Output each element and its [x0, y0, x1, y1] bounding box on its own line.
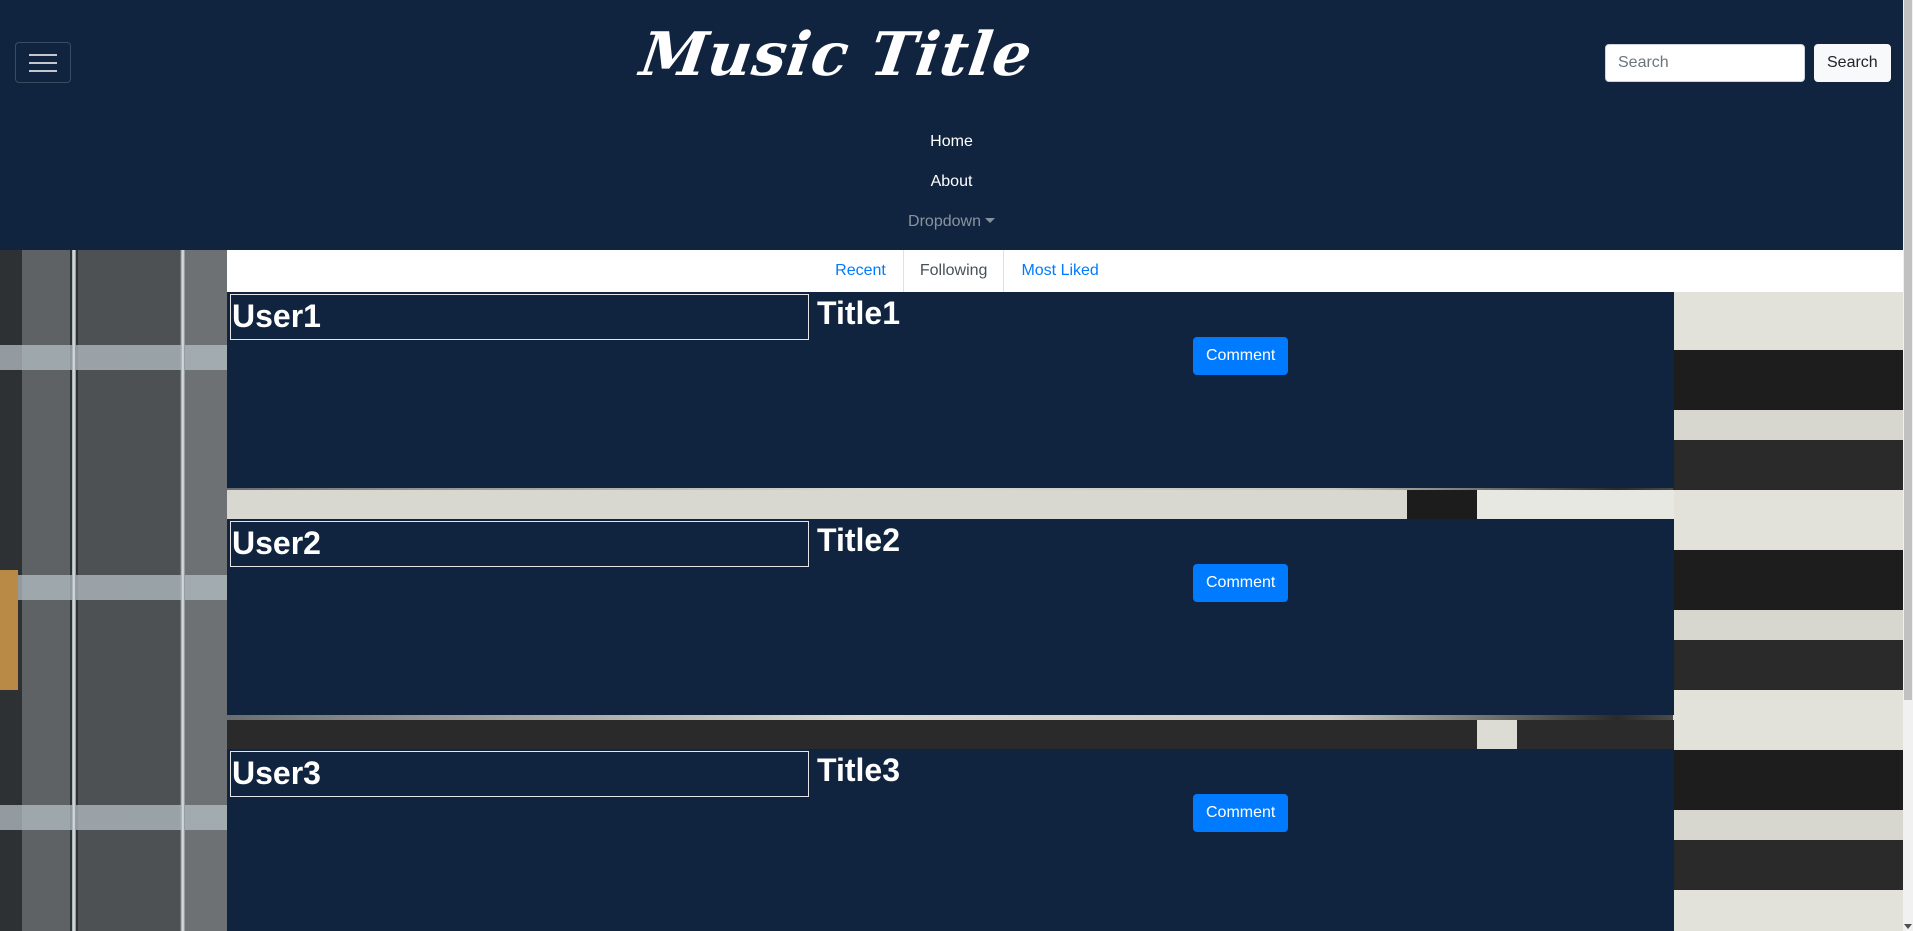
comment-button[interactable]: Comment: [1193, 564, 1289, 602]
search-input[interactable]: [1605, 44, 1805, 82]
nav-links: Home About Dropdown: [0, 126, 1903, 246]
feed-tabs-bar: Recent Following Most Liked: [227, 250, 1903, 292]
caret-down-icon: [984, 218, 995, 223]
post-card: User2 Title2 Comment: [227, 519, 1674, 715]
tab-most-liked[interactable]: Most Liked: [1004, 250, 1115, 292]
page-scrollbar[interactable]: [1903, 0, 1913, 931]
piano-keys-background: [1673, 290, 1903, 931]
guitar-string: [72, 250, 76, 931]
post-card: User3 Title3 Comment: [227, 749, 1674, 931]
post-user[interactable]: User1: [230, 294, 809, 340]
comment-button[interactable]: Comment: [1193, 337, 1289, 375]
guitar-background: [0, 250, 227, 931]
post-card: User1 Title1 Comment: [227, 292, 1674, 488]
nav-dropdown-toggle[interactable]: Dropdown: [0, 206, 1903, 246]
navbar: Music Title Search Home About Dropdown: [0, 0, 1903, 250]
search-form: Search: [1605, 44, 1891, 82]
feed-tabs: Recent Following Most Liked: [818, 250, 1116, 292]
post-title: Title2: [817, 522, 900, 558]
post-title: Title3: [817, 752, 900, 788]
comment-button[interactable]: Comment: [1193, 794, 1289, 832]
post-title: Title1: [817, 295, 900, 331]
background-strip: [227, 720, 1674, 750]
post-user[interactable]: User2: [230, 521, 809, 567]
scrollbar-thumb[interactable]: [1904, 0, 1912, 700]
background-strip: [227, 490, 1674, 520]
search-button[interactable]: Search: [1814, 44, 1891, 82]
tab-following[interactable]: Following: [902, 250, 1005, 292]
guitar-string: [181, 250, 185, 931]
tab-recent[interactable]: Recent: [818, 250, 903, 292]
post-user[interactable]: User3: [230, 751, 809, 797]
nav-dropdown-label: Dropdown: [908, 213, 981, 230]
guitar-wood: [0, 570, 18, 690]
nav-link-home[interactable]: Home: [0, 126, 1903, 166]
scroll-down-arrow-icon[interactable]: [1904, 924, 1912, 929]
nav-link-about[interactable]: About: [0, 166, 1903, 206]
